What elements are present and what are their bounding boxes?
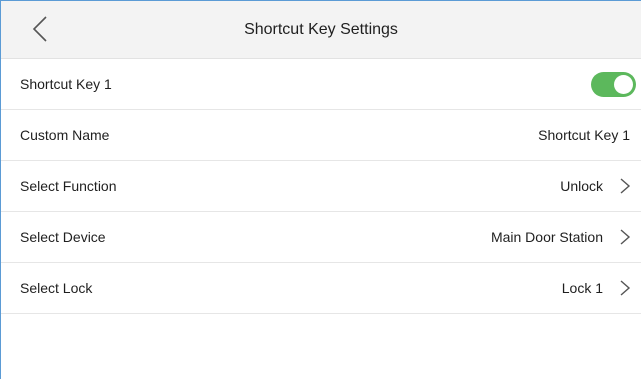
settings-list: Shortcut Key 1 Custom Name Shortcut Key … bbox=[1, 59, 641, 314]
row-select-function[interactable]: Select Function Unlock bbox=[1, 161, 641, 212]
row-value: Unlock bbox=[560, 178, 603, 194]
row-value: Shortcut Key 1 bbox=[538, 127, 630, 143]
row-label: Custom Name bbox=[20, 127, 110, 143]
chevron-right-icon bbox=[620, 280, 631, 296]
row-value: Main Door Station bbox=[490, 229, 603, 245]
page-title: Shortcut Key Settings bbox=[244, 21, 398, 38]
row-custom-name[interactable]: Custom Name Shortcut Key 1 bbox=[1, 110, 641, 161]
chevron-right-icon bbox=[620, 178, 631, 194]
settings-screen: Shortcut Key Settings Shortcut Key 1 Cus… bbox=[0, 0, 641, 379]
toggle-knob bbox=[614, 75, 633, 94]
shortcut-key-toggle[interactable] bbox=[591, 72, 636, 97]
row-label: Select Lock bbox=[20, 280, 93, 296]
row-label: Select Function bbox=[20, 178, 117, 194]
header-bar: Shortcut Key Settings bbox=[1, 1, 641, 59]
row-value: Lock 1 bbox=[561, 280, 603, 296]
chevron-left-icon bbox=[32, 16, 47, 42]
row-label: Select Device bbox=[20, 229, 106, 245]
chevron-right-icon bbox=[620, 229, 631, 245]
row-shortcut-key-enable: Shortcut Key 1 bbox=[1, 59, 641, 110]
back-button[interactable] bbox=[23, 12, 57, 46]
row-select-device[interactable]: Select Device Main Door Station bbox=[1, 212, 641, 263]
row-select-lock[interactable]: Select Lock Lock 1 bbox=[1, 263, 641, 314]
row-label: Shortcut Key 1 bbox=[20, 76, 112, 92]
